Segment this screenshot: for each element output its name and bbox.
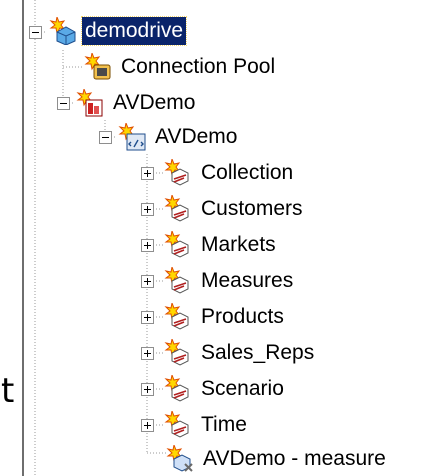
tree-node-customers[interactable]: Customers <box>164 194 306 224</box>
tree-node-label: AVDemo <box>113 91 196 114</box>
dimension-icon <box>164 375 192 403</box>
tree-node-label: Customers <box>201 197 303 220</box>
tree-node-label: Markets <box>201 233 276 256</box>
tree-node-label: Sales_Reps <box>201 341 315 364</box>
tree-node-time[interactable]: Time <box>164 410 250 440</box>
tree-node-label: Connection Pool <box>121 55 276 78</box>
tree-node-label: AVDemo - measure <box>203 447 386 470</box>
tree-node-label: Scenario <box>201 377 284 400</box>
dimension-icon <box>164 339 192 367</box>
tree-node-avdemo-measure[interactable]: AVDemo - measure <box>166 444 389 474</box>
tree-node-demodrive[interactable]: demodrive <box>48 16 188 46</box>
expand-toggle-time[interactable] <box>141 419 154 432</box>
tree-node-avdemo-db[interactable]: AVDemo <box>76 88 198 118</box>
measure-icon <box>166 445 194 473</box>
partial-text: t <box>1 371 15 411</box>
tree-node-label: demodrive <box>80 16 188 46</box>
tree-node-avdemo-cube[interactable]: AVDemo <box>118 122 240 152</box>
tree-node-label: Collection <box>201 161 294 184</box>
expand-toggle-collection[interactable] <box>141 167 154 180</box>
dimension-icon <box>164 411 192 439</box>
tree-panel[interactable]: demodrive Connection Pool AVDemo AVDemo … <box>22 0 435 476</box>
expand-toggle-sales-reps[interactable] <box>141 347 154 360</box>
dimension-icon <box>164 159 192 187</box>
expand-toggle-customers[interactable] <box>141 203 154 216</box>
expand-toggle-markets[interactable] <box>141 239 154 252</box>
database-icon <box>76 89 104 117</box>
tree-node-label: Time <box>201 413 247 436</box>
dimension-icon <box>164 303 192 331</box>
collapse-toggle-avdemo-db[interactable] <box>57 97 70 110</box>
expand-toggle-scenario[interactable] <box>141 383 154 396</box>
collapse-toggle-demodrive[interactable] <box>29 26 42 39</box>
connection-pool-icon <box>84 53 112 81</box>
tree-node-sales-reps[interactable]: Sales_Reps <box>164 338 317 368</box>
tree-node-collection[interactable]: Collection <box>164 158 296 188</box>
cube-icon <box>118 123 146 151</box>
tree-node-label: Measures <box>201 269 294 292</box>
dimension-icon <box>164 267 192 295</box>
dimension-icon <box>164 195 192 223</box>
expand-toggle-measures[interactable] <box>141 275 154 288</box>
collapse-toggle-avdemo-cube[interactable] <box>99 131 112 144</box>
tree-node-products[interactable]: Products <box>164 302 287 332</box>
tree-node-measures[interactable]: Measures <box>164 266 296 296</box>
tree-node-markets[interactable]: Markets <box>164 230 279 260</box>
tree-node-label: Products <box>201 305 284 328</box>
expand-toggle-products[interactable] <box>141 311 154 324</box>
tree-node-connection-pool[interactable]: Connection Pool <box>84 52 278 82</box>
server-icon <box>48 17 76 45</box>
dimension-icon <box>164 231 192 259</box>
tree-node-scenario[interactable]: Scenario <box>164 374 287 404</box>
tree-node-label: AVDemo <box>155 125 238 148</box>
